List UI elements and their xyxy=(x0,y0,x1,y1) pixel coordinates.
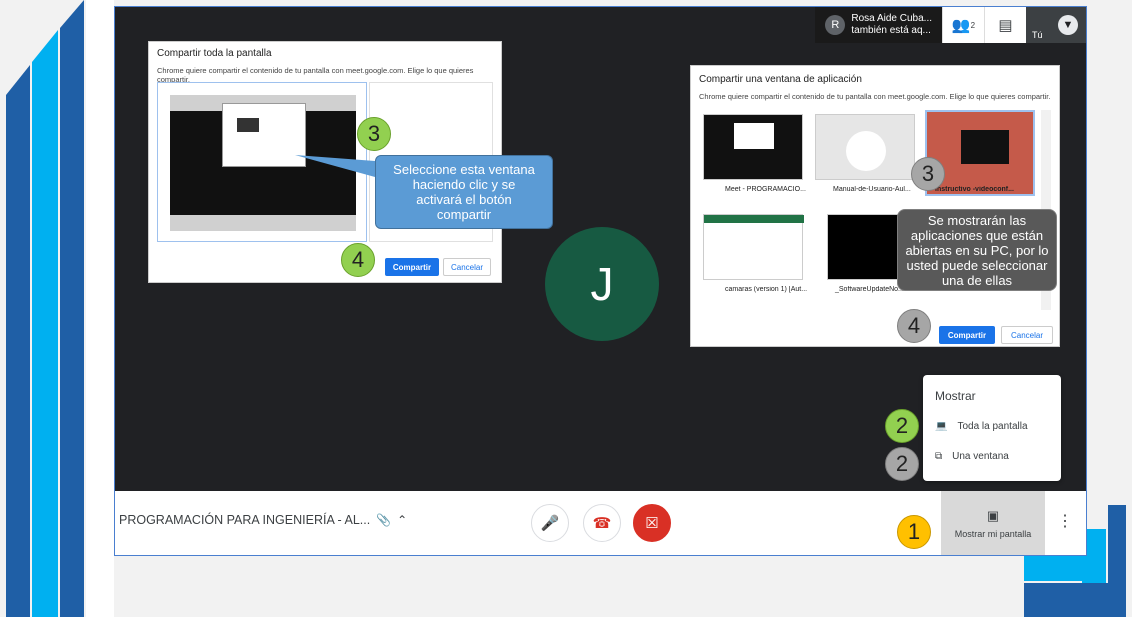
participant-notice[interactable]: R Rosa Aide Cuba... también está aq... xyxy=(815,7,942,43)
participant-status: también está aq... xyxy=(851,25,931,36)
chat-button[interactable]: ▤ xyxy=(984,7,1026,43)
participant-avatar: R xyxy=(825,15,846,35)
camera-off-icon: ☒ xyxy=(645,515,659,532)
window-label-2: Manual-de-Usuario-Aul... xyxy=(833,186,911,193)
chevron-up-icon: ⌃ xyxy=(397,513,408,527)
step-1-marker: 1 xyxy=(897,515,931,549)
window-thumb-4[interactable] xyxy=(703,214,804,280)
present-entire-screen[interactable]: 💻 Toda la pantalla xyxy=(935,421,1028,432)
step-3-marker-left: 3 xyxy=(357,117,391,151)
microphone-button[interactable]: 🎤 xyxy=(531,504,569,542)
present-menu: Mostrar 💻 Toda la pantalla ⧉ Una ventana xyxy=(923,375,1061,481)
more-vert-icon: ⋮ xyxy=(1057,513,1073,530)
people-icon: 👥 xyxy=(951,17,971,34)
self-label: Tú xyxy=(1032,30,1043,40)
window-label-4: camaras (version 1) [Aut... xyxy=(725,286,808,293)
self-preview[interactable]: Tú ▼ xyxy=(1026,7,1086,43)
cancel-button[interactable]: Cancelar xyxy=(443,258,491,276)
bottom-bar: PROGRAMACIÓN PARA INGENIERÍA - AL... 📎 ⌃… xyxy=(115,491,1086,555)
slide: R Rosa Aide Cuba... también está aq... 👥… xyxy=(0,0,1132,617)
window-icon: ⧉ xyxy=(935,451,943,462)
meeting-title: PROGRAMACIÓN PARA INGENIERÍA - AL... xyxy=(119,513,371,527)
share-button[interactable]: Compartir xyxy=(385,258,439,276)
window-label-1: Meet - PROGRAMACIÓ... xyxy=(725,186,806,193)
step-4-marker-left: 4 xyxy=(341,243,375,277)
self-avatar: J xyxy=(545,227,659,341)
share-button[interactable]: Compartir xyxy=(939,326,995,344)
left-stripes-decoration xyxy=(6,0,114,617)
dialog-subtitle: Chrome quiere compartir el contenido de … xyxy=(699,92,1051,101)
step-2-marker-bottom: 2 xyxy=(885,447,919,481)
more-options-button[interactable]: ⋮ xyxy=(1057,511,1073,531)
present-menu-title: Mostrar xyxy=(935,389,976,403)
dialog-title: Compartir toda la pantalla xyxy=(157,48,272,59)
dialog-title: Compartir una ventana de aplicación xyxy=(699,74,862,85)
meet-window: R Rosa Aide Cuba... también está aq... 👥… xyxy=(114,6,1087,556)
window-thumb-2[interactable] xyxy=(815,114,915,180)
pin-icon: ▼ xyxy=(1058,15,1078,35)
camera-button[interactable]: ☒ xyxy=(633,504,671,542)
people-button[interactable]: 👥 2 xyxy=(942,7,984,43)
cancel-button[interactable]: Cancelar xyxy=(1001,326,1053,344)
video-stage: R Rosa Aide Cuba... también está aq... 👥… xyxy=(115,7,1086,491)
hang-up-icon: ☎ xyxy=(592,515,612,532)
window-thumb-1[interactable] xyxy=(703,114,803,180)
microphone-icon: 🎤 xyxy=(540,515,560,532)
select-window-callout: Seleccione esta ventana haciendo clic y … xyxy=(375,155,553,229)
present-now-button[interactable]: ▣ Mostrar mi pantalla xyxy=(941,491,1045,555)
present-screen-icon: ▣ xyxy=(986,507,1000,523)
window-label-3: Instructivo -videoconf... xyxy=(935,186,1014,193)
top-controls: R Rosa Aide Cuba... también está aq... 👥… xyxy=(815,7,1086,43)
people-count: 2 xyxy=(970,20,976,30)
present-label: Mostrar mi pantalla xyxy=(954,528,1032,539)
step-3-marker-right: 3 xyxy=(911,157,945,191)
step-4-marker-right: 4 xyxy=(897,309,931,343)
laptop-icon: 💻 xyxy=(935,421,948,432)
chat-icon: ▤ xyxy=(998,17,1013,34)
present-window[interactable]: ⧉ Una ventana xyxy=(935,451,1009,462)
attachment-icon: 📎 xyxy=(376,513,392,527)
apps-info-callout: Se mostrarán las aplicaciones que están … xyxy=(897,209,1057,291)
hang-up-button[interactable]: ☎ xyxy=(583,504,621,542)
share-window-dialog: Compartir una ventana de aplicación Chro… xyxy=(690,65,1060,347)
participant-name: Rosa Aide Cuba... xyxy=(851,13,932,24)
meeting-details[interactable]: PROGRAMACIÓN PARA INGENIERÍA - AL... 📎 ⌃ xyxy=(119,513,407,527)
step-2-marker-top: 2 xyxy=(885,409,919,443)
